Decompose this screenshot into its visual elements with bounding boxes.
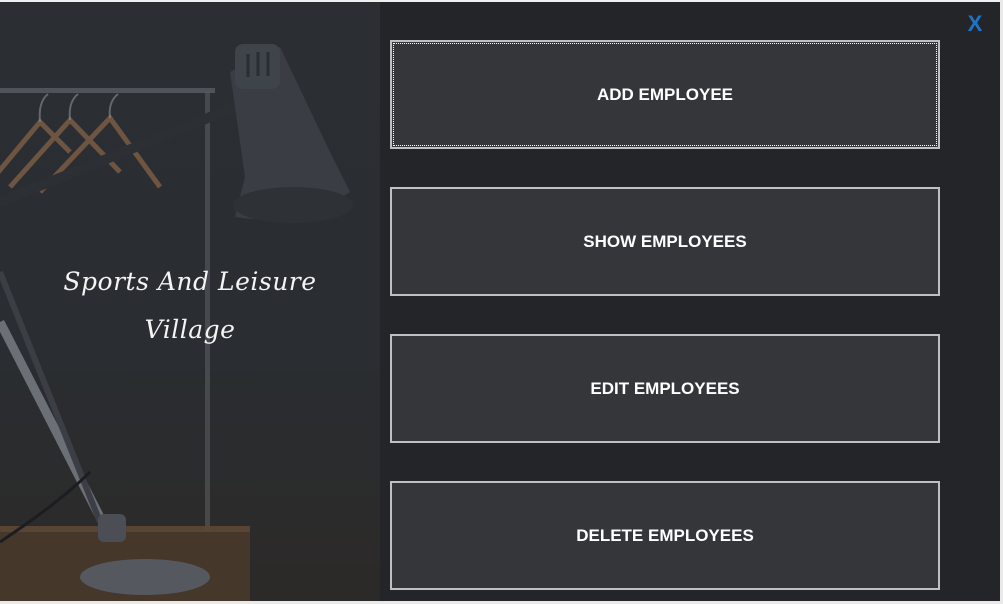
brand-title-line1: Sports And Leisure — [63, 267, 317, 296]
close-icon[interactable]: X — [962, 11, 988, 39]
show-employees-button[interactable]: SHOW EMPLOYEES — [390, 187, 940, 296]
photo-panel: Sports And Leisure Village — [0, 2, 380, 601]
edit-employees-button[interactable]: EDIT EMPLOYEES — [390, 334, 940, 443]
brand-title-line2: Village — [144, 315, 236, 344]
main-window: Sports And Leisure Village ADD EMPLOYEE … — [0, 2, 1000, 601]
add-employee-button[interactable]: ADD EMPLOYEE — [390, 40, 940, 149]
delete-employees-button[interactable]: DELETE EMPLOYEES — [390, 481, 940, 590]
brand-title: Sports And Leisure Village — [40, 258, 340, 354]
